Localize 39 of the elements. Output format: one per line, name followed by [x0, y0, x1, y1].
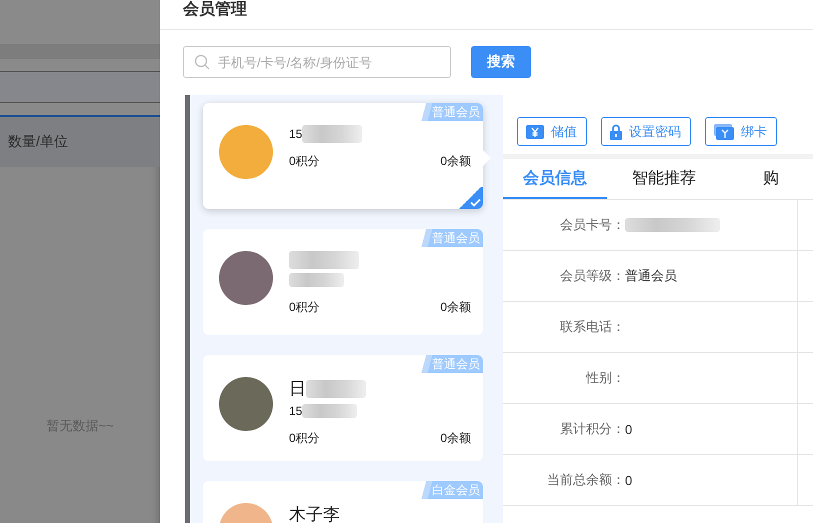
yuan-icon: [526, 124, 544, 138]
avatar-placeholder: [219, 377, 273, 431]
checkmark-icon: [470, 198, 481, 207]
card-icon: [714, 124, 734, 140]
drawer-title: 会员管理: [160, 0, 813, 30]
field-value: 0: [625, 422, 632, 436]
tab[interactable]: 智能推荐: [607, 159, 721, 199]
field-value: 0: [625, 472, 632, 488]
field-label: 会员卡号：: [559, 216, 625, 234]
member-phone: 15: [289, 404, 302, 418]
member-card[interactable]: 普通会员 日 15 0积分 0余额: [203, 355, 483, 461]
search-icon: [194, 54, 210, 70]
table-header: 数量/单位: [0, 115, 160, 167]
member-card[interactable]: 白金会员 木子李: [203, 481, 483, 523]
member-card[interactable]: 普通会员 0积分 0余额: [203, 229, 483, 335]
balance-text: 0余额: [440, 299, 471, 316]
avatar-placeholder: [219, 251, 273, 305]
member-level-tag: 白金会员: [420, 481, 483, 499]
field-label: 性别：: [584, 369, 625, 387]
member-level-tag: 普通会员: [420, 229, 483, 247]
member-name: 木子李: [289, 504, 340, 523]
points-text: 0积分: [289, 153, 320, 170]
avatar-placeholder: [219, 125, 273, 179]
tab[interactable]: 购: [721, 159, 813, 199]
field-label: 当前总余额：: [546, 471, 625, 489]
field-label: 累计积分：: [559, 420, 625, 438]
balance-text: 0余额: [440, 430, 471, 447]
field-label: 联系电话：: [559, 318, 625, 336]
lock-icon: [610, 124, 622, 140]
field-label: 会员等级：: [559, 267, 625, 285]
field-value: 普通会员: [625, 267, 677, 285]
balance-text: 0余额: [440, 153, 471, 170]
member-level-tag: 普通会员: [420, 355, 483, 373]
member-level-tag: 普通会员: [420, 103, 483, 121]
search-field[interactable]: 手机号/卡号/名称/身份证号: [183, 46, 451, 78]
points-text: 0积分: [289, 430, 320, 447]
points-text: 0积分: [289, 299, 320, 316]
member-name: 15: [289, 127, 302, 141]
member-name: 日: [289, 378, 306, 400]
